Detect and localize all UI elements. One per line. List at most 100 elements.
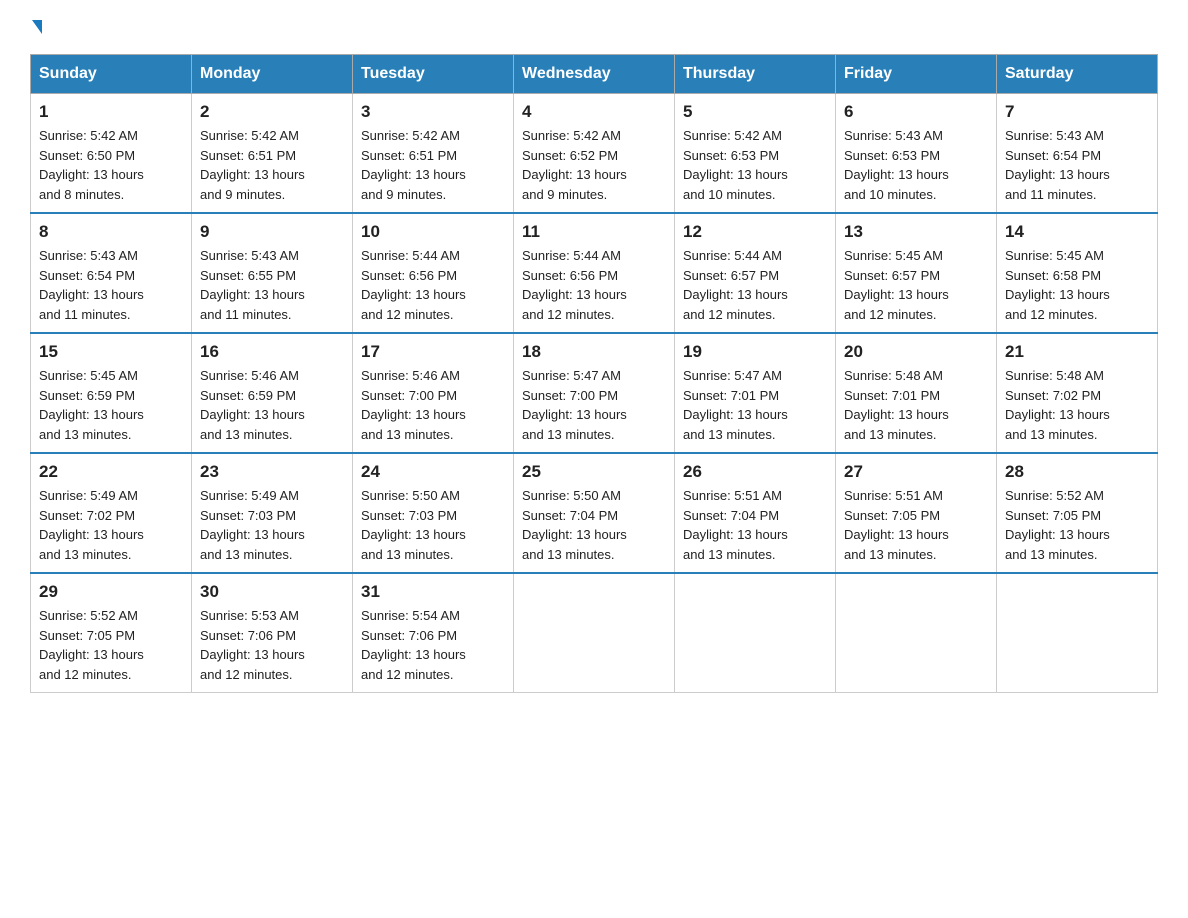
calendar-cell: 12 Sunrise: 5:44 AMSunset: 6:57 PMDayligh… — [675, 213, 836, 333]
days-of-week-row: SundayMondayTuesdayWednesdayThursdayFrid… — [31, 55, 1158, 94]
calendar-cell: 10 Sunrise: 5:44 AMSunset: 6:56 PMDayligh… — [353, 213, 514, 333]
day-number: 20 — [844, 342, 988, 362]
day-number: 12 — [683, 222, 827, 242]
calendar-cell: 25 Sunrise: 5:50 AMSunset: 7:04 PMDayligh… — [514, 453, 675, 573]
day-info: Sunrise: 5:45 AMSunset: 6:59 PMDaylight:… — [39, 366, 183, 444]
calendar-cell: 11 Sunrise: 5:44 AMSunset: 6:56 PMDayligh… — [514, 213, 675, 333]
calendar-cell: 16 Sunrise: 5:46 AMSunset: 6:59 PMDayligh… — [192, 333, 353, 453]
day-number: 15 — [39, 342, 183, 362]
day-info: Sunrise: 5:42 AMSunset: 6:51 PMDaylight:… — [361, 126, 505, 204]
calendar-cell: 8Sunrise: 5:43 AMSunset: 6:54 PMDaylight… — [31, 213, 192, 333]
day-number: 26 — [683, 462, 827, 482]
day-info: Sunrise: 5:42 AMSunset: 6:53 PMDaylight:… — [683, 126, 827, 204]
day-info: Sunrise: 5:48 AMSunset: 7:01 PMDaylight:… — [844, 366, 988, 444]
day-number: 1 — [39, 102, 183, 122]
day-info: Sunrise: 5:44 AMSunset: 6:57 PMDaylight:… — [683, 246, 827, 324]
day-number: 4 — [522, 102, 666, 122]
day-info: Sunrise: 5:44 AMSunset: 6:56 PMDaylight:… — [361, 246, 505, 324]
calendar-table: SundayMondayTuesdayWednesdayThursdayFrid… — [30, 54, 1158, 693]
calendar-cell: 28Sunrise: 5:52 AMSunset: 7:05 PMDayligh… — [997, 453, 1158, 573]
day-number: 23 — [200, 462, 344, 482]
day-number: 7 — [1005, 102, 1149, 122]
calendar-cell: 2Sunrise: 5:42 AMSunset: 6:51 PMDaylight… — [192, 94, 353, 214]
day-info: Sunrise: 5:54 AMSunset: 7:06 PMDaylight:… — [361, 606, 505, 684]
day-header-monday: Monday — [192, 55, 353, 94]
calendar-cell — [514, 573, 675, 693]
calendar-cell: 30Sunrise: 5:53 AMSunset: 7:06 PMDayligh… — [192, 573, 353, 693]
day-number: 24 — [361, 462, 505, 482]
day-header-friday: Friday — [836, 55, 997, 94]
calendar-cell: 7 Sunrise: 5:43 AMSunset: 6:54 PMDaylight… — [997, 94, 1158, 214]
calendar-cell: 19 Sunrise: 5:47 AMSunset: 7:01 PMDayligh… — [675, 333, 836, 453]
day-number: 14 — [1005, 222, 1149, 242]
day-number: 11 — [522, 222, 666, 242]
calendar-cell: 17 Sunrise: 5:46 AMSunset: 7:00 PMDayligh… — [353, 333, 514, 453]
day-number: 18 — [522, 342, 666, 362]
day-number: 28 — [1005, 462, 1149, 482]
calendar-cell: 29 Sunrise: 5:52 AMSunset: 7:05 PMDayligh… — [31, 573, 192, 693]
day-info: Sunrise: 5:43 AMSunset: 6:53 PMDaylight:… — [844, 126, 988, 204]
calendar-cell: 14 Sunrise: 5:45 AMSunset: 6:58 PMDayligh… — [997, 213, 1158, 333]
calendar-cell: 23Sunrise: 5:49 AMSunset: 7:03 PMDayligh… — [192, 453, 353, 573]
day-info: Sunrise: 5:47 AMSunset: 7:00 PMDaylight:… — [522, 366, 666, 444]
calendar-cell: 13 Sunrise: 5:45 AMSunset: 6:57 PMDayligh… — [836, 213, 997, 333]
day-number: 3 — [361, 102, 505, 122]
day-info: Sunrise: 5:51 AMSunset: 7:04 PMDaylight:… — [683, 486, 827, 564]
day-number: 6 — [844, 102, 988, 122]
day-info: Sunrise: 5:45 AMSunset: 6:58 PMDaylight:… — [1005, 246, 1149, 324]
week-row-3: 15 Sunrise: 5:45 AMSunset: 6:59 PMDayligh… — [31, 333, 1158, 453]
day-info: Sunrise: 5:46 AMSunset: 7:00 PMDaylight:… — [361, 366, 505, 444]
day-header-thursday: Thursday — [675, 55, 836, 94]
day-info: Sunrise: 5:50 AMSunset: 7:04 PMDaylight:… — [522, 486, 666, 564]
day-info: Sunrise: 5:50 AMSunset: 7:03 PMDaylight:… — [361, 486, 505, 564]
day-info: Sunrise: 5:42 AMSunset: 6:52 PMDaylight:… — [522, 126, 666, 204]
day-number: 17 — [361, 342, 505, 362]
day-number: 10 — [361, 222, 505, 242]
week-row-1: 1 Sunrise: 5:42 AMSunset: 6:50 PMDaylight… — [31, 94, 1158, 214]
day-header-tuesday: Tuesday — [353, 55, 514, 94]
day-info: Sunrise: 5:44 AMSunset: 6:56 PMDaylight:… — [522, 246, 666, 324]
logo-arrow-icon — [32, 20, 42, 34]
day-header-sunday: Sunday — [31, 55, 192, 94]
day-info: Sunrise: 5:49 AMSunset: 7:02 PMDaylight:… — [39, 486, 183, 564]
day-number: 31 — [361, 582, 505, 602]
day-number: 2 — [200, 102, 344, 122]
calendar-cell: 1 Sunrise: 5:42 AMSunset: 6:50 PMDaylight… — [31, 94, 192, 214]
day-info: Sunrise: 5:52 AMSunset: 7:05 PMDaylight:… — [39, 606, 183, 684]
calendar-cell: 15 Sunrise: 5:45 AMSunset: 6:59 PMDayligh… — [31, 333, 192, 453]
calendar-cell: 22 Sunrise: 5:49 AMSunset: 7:02 PMDayligh… — [31, 453, 192, 573]
day-number: 29 — [39, 582, 183, 602]
day-number: 13 — [844, 222, 988, 242]
day-number: 21 — [1005, 342, 1149, 362]
day-number: 19 — [683, 342, 827, 362]
day-info: Sunrise: 5:47 AMSunset: 7:01 PMDaylight:… — [683, 366, 827, 444]
day-header-saturday: Saturday — [997, 55, 1158, 94]
calendar-cell: 26 Sunrise: 5:51 AMSunset: 7:04 PMDayligh… — [675, 453, 836, 573]
logo — [30, 20, 42, 34]
calendar-cell — [997, 573, 1158, 693]
calendar-cell: 21 Sunrise: 5:48 AMSunset: 7:02 PMDayligh… — [997, 333, 1158, 453]
day-info: Sunrise: 5:45 AMSunset: 6:57 PMDaylight:… — [844, 246, 988, 324]
calendar-cell: 6 Sunrise: 5:43 AMSunset: 6:53 PMDaylight… — [836, 94, 997, 214]
day-info: Sunrise: 5:43 AMSunset: 6:54 PMDaylight:… — [1005, 126, 1149, 204]
calendar-cell: 27Sunrise: 5:51 AMSunset: 7:05 PMDayligh… — [836, 453, 997, 573]
calendar-cell — [836, 573, 997, 693]
calendar-cell: 5Sunrise: 5:42 AMSunset: 6:53 PMDaylight… — [675, 94, 836, 214]
day-header-wednesday: Wednesday — [514, 55, 675, 94]
calendar-cell: 20 Sunrise: 5:48 AMSunset: 7:01 PMDayligh… — [836, 333, 997, 453]
day-info: Sunrise: 5:53 AMSunset: 7:06 PMDaylight:… — [200, 606, 344, 684]
calendar-cell: 24 Sunrise: 5:50 AMSunset: 7:03 PMDayligh… — [353, 453, 514, 573]
page-header — [30, 20, 1158, 34]
calendar-cell: 4 Sunrise: 5:42 AMSunset: 6:52 PMDaylight… — [514, 94, 675, 214]
week-row-5: 29 Sunrise: 5:52 AMSunset: 7:05 PMDayligh… — [31, 573, 1158, 693]
day-number: 22 — [39, 462, 183, 482]
calendar-cell: 31 Sunrise: 5:54 AMSunset: 7:06 PMDayligh… — [353, 573, 514, 693]
calendar-cell: 18 Sunrise: 5:47 AMSunset: 7:00 PMDayligh… — [514, 333, 675, 453]
day-info: Sunrise: 5:48 AMSunset: 7:02 PMDaylight:… — [1005, 366, 1149, 444]
day-number: 25 — [522, 462, 666, 482]
day-info: Sunrise: 5:46 AMSunset: 6:59 PMDaylight:… — [200, 366, 344, 444]
day-number: 8 — [39, 222, 183, 242]
day-number: 16 — [200, 342, 344, 362]
day-info: Sunrise: 5:42 AMSunset: 6:50 PMDaylight:… — [39, 126, 183, 204]
calendar-cell: 9Sunrise: 5:43 AMSunset: 6:55 PMDaylight… — [192, 213, 353, 333]
